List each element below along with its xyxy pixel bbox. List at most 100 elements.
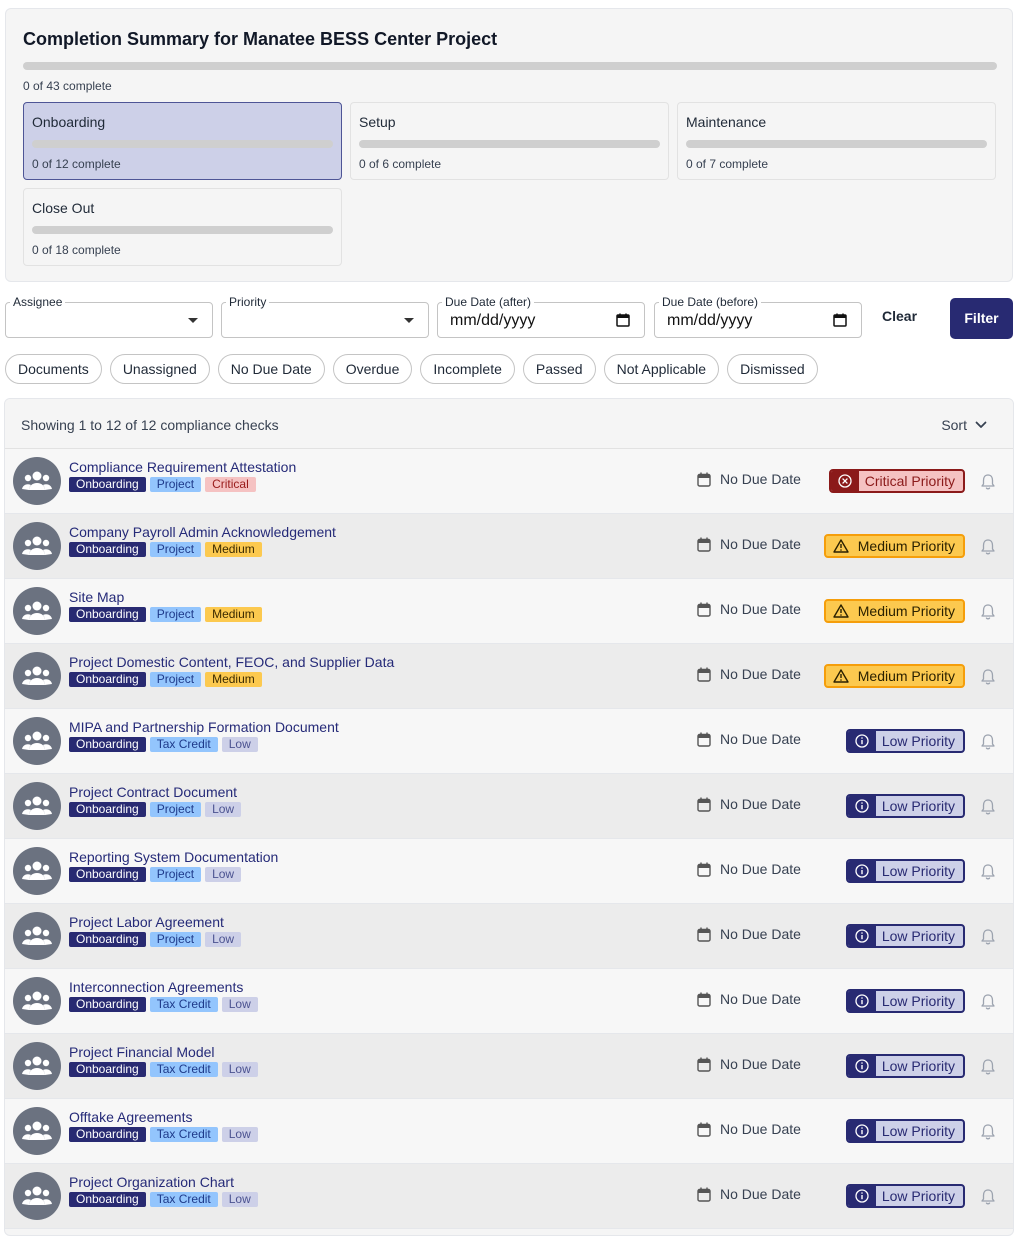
priority-badge-label: Medium Priority xyxy=(857,603,955,619)
check-title[interactable]: Interconnection Agreements xyxy=(69,979,243,995)
tag-group: Onboarding Project Medium xyxy=(69,542,262,557)
filter-button[interactable]: Filter xyxy=(950,298,1013,339)
info-circle-icon xyxy=(855,1189,869,1203)
calendar-picker-icon[interactable] xyxy=(616,313,630,327)
due-date-after-input[interactable]: Due Date (after) mm/dd/yyyy xyxy=(437,295,645,338)
chip-incomplete[interactable]: Incomplete xyxy=(420,354,515,384)
list-item[interactable]: Project Financial Model Onboarding Tax C… xyxy=(5,1034,1013,1099)
check-title[interactable]: Reporting System Documentation xyxy=(69,849,278,865)
assignee-avatar[interactable] xyxy=(13,1107,61,1155)
list-item[interactable]: Offtake Agreements Onboarding Tax Credit… xyxy=(5,1099,1013,1164)
bell-icon[interactable] xyxy=(979,603,997,621)
bell-icon[interactable] xyxy=(979,1123,997,1141)
due-date-before-input[interactable]: Due Date (before) mm/dd/yyyy xyxy=(654,295,862,338)
priority-select[interactable]: Priority xyxy=(221,295,429,338)
list-item[interactable]: Project Organization Chart Onboarding Ta… xyxy=(5,1164,1013,1229)
bell-icon[interactable] xyxy=(979,863,997,881)
due-date-text: No Due Date xyxy=(720,991,801,1007)
priority-badge-label: Low Priority xyxy=(881,798,955,814)
bell-icon[interactable] xyxy=(979,798,997,816)
check-title[interactable]: Company Payroll Admin Acknowledgement xyxy=(69,524,336,540)
assignee-avatar[interactable] xyxy=(13,1042,61,1090)
clear-button[interactable]: Clear xyxy=(882,308,917,324)
priority-badge-label: Low Priority xyxy=(881,1058,955,1074)
assignee-avatar[interactable] xyxy=(13,457,61,505)
list-item[interactable]: Project Labor Agreement Onboarding Proje… xyxy=(5,904,1013,969)
list-item[interactable]: Interconnection Agreements Onboarding Ta… xyxy=(5,969,1013,1034)
assignee-avatar[interactable] xyxy=(13,1172,61,1220)
list-item[interactable]: Company Payroll Admin Acknowledgement On… xyxy=(5,514,1013,579)
chip-passed[interactable]: Passed xyxy=(522,354,596,384)
assignee-avatar[interactable] xyxy=(13,652,61,700)
assignee-avatar[interactable] xyxy=(13,977,61,1025)
users-group-icon xyxy=(22,731,52,750)
info-circle-icon xyxy=(855,1124,869,1138)
due-date-text: No Due Date xyxy=(720,536,801,552)
assignee-avatar[interactable] xyxy=(13,847,61,895)
assignee-avatar[interactable] xyxy=(13,587,61,635)
stage-card-close-out[interactable]: Close Out 0 of 18 complete xyxy=(23,188,342,266)
bell-icon[interactable] xyxy=(979,993,997,1011)
showing-count: Showing 1 to 12 of 12 compliance checks xyxy=(21,417,279,433)
chip-documents[interactable]: Documents xyxy=(5,354,102,384)
priority-badge-label: Low Priority xyxy=(881,1188,955,1204)
due-date-text: No Due Date xyxy=(720,1056,801,1072)
check-title[interactable]: Project Domestic Content, FEOC, and Supp… xyxy=(69,654,394,670)
info-circle-icon xyxy=(855,1059,869,1073)
assignee-label: Assignee xyxy=(10,295,66,309)
stage-tag: Onboarding xyxy=(69,802,146,817)
due-date-text: No Due Date xyxy=(720,666,801,682)
category-tag: Tax Credit xyxy=(149,997,218,1012)
chip-overdue[interactable]: Overdue xyxy=(332,354,413,384)
due-date-text: No Due Date xyxy=(720,471,801,487)
compliance-check-list: Showing 1 to 12 of 12 compliance checks … xyxy=(4,398,1014,1236)
priority-badge-label: Medium Priority xyxy=(857,538,955,554)
list-item[interactable]: Site Map Onboarding Project Medium No Du… xyxy=(5,579,1013,644)
calendar-picker-icon[interactable] xyxy=(833,313,847,327)
chip-no-due-date[interactable]: No Due Date xyxy=(217,354,325,384)
list-item[interactable]: Project Domestic Content, FEOC, and Supp… xyxy=(5,644,1013,709)
stage-card-maintenance[interactable]: Maintenance 0 of 7 complete xyxy=(677,102,996,180)
check-title[interactable]: Project Financial Model xyxy=(69,1044,215,1060)
sort-label: Sort xyxy=(941,417,967,433)
sort-button[interactable]: Sort xyxy=(941,417,987,433)
chip-unassigned[interactable]: Unassigned xyxy=(109,354,210,384)
bell-icon[interactable] xyxy=(979,1058,997,1076)
quick-filter-chips: Documents Unassigned No Due Date Overdue… xyxy=(5,354,818,384)
stage-tag: Onboarding xyxy=(69,932,146,947)
chip-not-applicable[interactable]: Not Applicable xyxy=(603,354,720,384)
check-title[interactable]: Project Contract Document xyxy=(69,784,237,800)
bell-icon[interactable] xyxy=(979,538,997,556)
priority-tag: Medium xyxy=(205,672,262,687)
assignee-select[interactable]: Assignee xyxy=(5,295,213,338)
list-item[interactable]: MIPA and Partnership Formation Document … xyxy=(5,709,1013,774)
check-title[interactable]: MIPA and Partnership Formation Document xyxy=(69,719,339,735)
bell-icon[interactable] xyxy=(979,1188,997,1206)
list-item[interactable]: Compliance Requirement Attestation Onboa… xyxy=(5,449,1013,514)
check-title[interactable]: Offtake Agreements xyxy=(69,1109,192,1125)
check-title[interactable]: Project Organization Chart xyxy=(69,1174,234,1190)
stage-card-setup[interactable]: Setup 0 of 6 complete xyxy=(350,102,669,180)
due-date: No Due Date xyxy=(697,536,801,552)
list-item[interactable]: Project Contract Document Onboarding Pro… xyxy=(5,774,1013,839)
assignee-avatar[interactable] xyxy=(13,522,61,570)
date-placeholder: mm/dd/yyyy xyxy=(450,312,536,329)
check-title[interactable]: Project Labor Agreement xyxy=(69,914,224,930)
assignee-avatar[interactable] xyxy=(13,717,61,765)
category-tag: Tax Credit xyxy=(149,1062,218,1077)
stage-name: Setup xyxy=(359,114,396,130)
bell-icon[interactable] xyxy=(979,473,997,491)
check-title[interactable]: Compliance Requirement Attestation xyxy=(69,459,296,475)
priority-badge: Low Priority xyxy=(845,989,965,1013)
bell-icon[interactable] xyxy=(979,928,997,946)
due-date: No Due Date xyxy=(697,471,801,487)
bell-icon[interactable] xyxy=(979,733,997,751)
assignee-avatar[interactable] xyxy=(13,782,61,830)
check-title[interactable]: Site Map xyxy=(69,589,124,605)
chip-dismissed[interactable]: Dismissed xyxy=(727,354,818,384)
assignee-avatar[interactable] xyxy=(13,912,61,960)
completion-summary: Completion Summary for Manatee BESS Cent… xyxy=(5,8,1013,282)
bell-icon[interactable] xyxy=(979,668,997,686)
stage-card-onboarding[interactable]: Onboarding 0 of 12 complete xyxy=(23,102,342,180)
list-item[interactable]: Reporting System Documentation Onboardin… xyxy=(5,839,1013,904)
